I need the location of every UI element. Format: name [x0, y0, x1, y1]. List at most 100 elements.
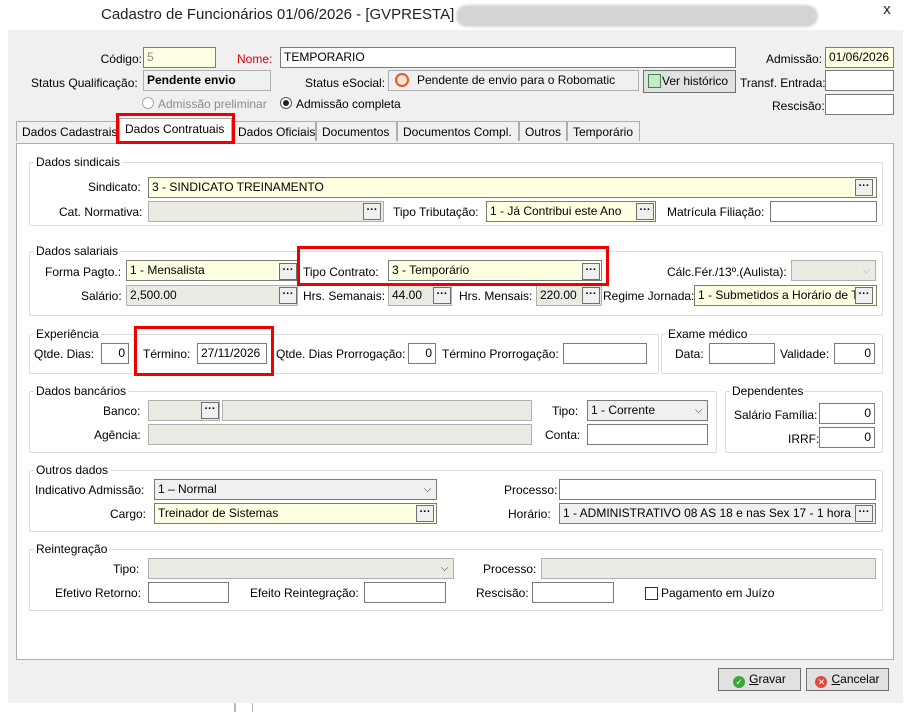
status-esocial-label: Status eSocial: — [305, 76, 386, 90]
exame-data-field[interactable] — [709, 343, 775, 364]
cancelar-button[interactable]: ✕ Cancelar — [806, 668, 889, 691]
tipo-conta-chevron-down-icon: ⌵ — [694, 405, 703, 416]
admissao-field[interactable]: 01/06/2026 — [825, 47, 894, 68]
forma-pagto-label: Forma Pagto.: — [45, 265, 122, 279]
tipo-contrato-lookup-button[interactable]: ··· — [582, 263, 600, 280]
tipo-tributacao-field[interactable]: 1 - Já Contribui este Ano — [486, 201, 656, 222]
hrs-mensais-lookup-button[interactable]: ··· — [582, 287, 600, 304]
reint-rescisao-field[interactable] — [532, 582, 614, 603]
cancel-icon: ✕ — [815, 676, 828, 688]
processo-field[interactable] — [559, 479, 876, 500]
horario-lookup-button[interactable]: ··· — [855, 505, 873, 522]
rescisao-label: Rescisão: — [772, 99, 825, 113]
tab-dados-contratuais[interactable]: Dados Contratuais — [119, 118, 232, 141]
cargo-field[interactable]: Treinador de Sistemas — [154, 503, 437, 524]
horario-field[interactable]: 1 - ADMINISTRATIVO 08 AS 18 e nas Sex 17… — [559, 503, 876, 524]
codigo-field[interactable]: 5 — [143, 47, 216, 68]
dependentes-title: Dependentes — [730, 384, 806, 398]
transf-entrada-field[interactable] — [825, 70, 894, 91]
forma-pagto-lookup-button[interactable]: ··· — [279, 263, 297, 280]
sindicato-field[interactable]: 3 - SINDICATO TREINAMENTO — [148, 177, 877, 198]
admissao-label: Admissão: — [766, 52, 823, 66]
window-title: Cadastro de Funcionários 01/06/2026 - [G… — [101, 6, 464, 23]
tab-dados-cadastrais[interactable]: Dados Cadastrais — [16, 121, 120, 141]
nome-field[interactable]: TEMPORARIO — [280, 47, 736, 68]
tipo-contrato-field[interactable]: 3 - Temporário — [388, 260, 602, 281]
conta-label: Conta: — [545, 428, 581, 442]
matricula-filiacao-field[interactable] — [770, 201, 877, 222]
conta-field[interactable] — [587, 424, 708, 445]
employee-registration-window: Cadastro de Funcionários 01/06/2026 - [G… — [0, 0, 908, 712]
termino-prorrogacao-field[interactable] — [563, 343, 647, 364]
hrs-semanais-lookup-button[interactable]: ··· — [433, 287, 451, 304]
form-client-area: Código: 5 Nome: TEMPORARIO Admissão: 01/… — [8, 30, 903, 703]
forma-pagto-field[interactable]: 1 - Mensalista — [126, 260, 298, 281]
regime-jornada-lookup-button[interactable]: ··· — [855, 287, 873, 304]
redacted-title-segment — [456, 5, 818, 27]
status-esocial-field: Pendente de envio para o Robomatic — [388, 70, 639, 91]
regime-jornada-field[interactable]: 1 - Submetidos a Horário de T — [694, 285, 877, 306]
ver-historico-button[interactable]: Ver histórico — [643, 70, 736, 93]
salario-lookup-button[interactable]: ··· — [279, 287, 297, 304]
pagamento-juizo-checkbox[interactable] — [645, 587, 658, 600]
banco-label: Banco: — [103, 404, 141, 418]
admissao-preliminar-label: Admissão preliminar — [158, 97, 267, 111]
efeito-reintegracao-label: Efeito Reintegração: — [250, 586, 359, 600]
check-icon: ✓ — [733, 676, 746, 688]
indicativo-admissao-label: Indicativo Admissão: — [35, 483, 145, 497]
gravar-button[interactable]: ✓ Gravar — [718, 668, 801, 691]
codigo-label: Código: — [100, 52, 142, 66]
qtde-dias-field[interactable]: 0 — [101, 343, 129, 364]
status-qualificacao-label: Status Qualificação: — [31, 76, 138, 90]
background-divider-2 — [252, 703, 253, 712]
tipo-tributacao-lookup-button[interactable]: ··· — [636, 203, 654, 220]
salario-field[interactable]: 2,500.00 — [126, 285, 298, 306]
hrs-mensais-label: Hrs. Mensais: — [459, 289, 533, 303]
tab-documentos[interactable]: Documentos — [316, 121, 397, 141]
bottom-edge — [0, 703, 908, 712]
salario-familia-field[interactable]: 0 — [819, 403, 875, 424]
banco-lookup-button[interactable]: ··· — [201, 402, 219, 419]
cargo-lookup-button[interactable]: ··· — [416, 505, 434, 522]
admissao-completa-label: Admissão completa — [296, 97, 401, 111]
rescisao-field[interactable] — [825, 94, 894, 115]
cat-normativa-lookup-button[interactable]: ··· — [363, 203, 381, 220]
cat-normativa-field[interactable] — [148, 201, 384, 222]
admissao-completa-radio[interactable] — [280, 97, 292, 109]
agencia-field[interactable] — [148, 424, 532, 445]
horario-label: Horário: — [508, 507, 551, 521]
termino-field[interactable]: 27/11/2026 — [197, 343, 267, 364]
efetivo-retorno-field[interactable] — [148, 582, 229, 603]
tab-documentos-compl[interactable]: Documentos Compl. — [397, 121, 519, 141]
tab-temporario[interactable]: Temporário — [567, 121, 640, 141]
nome-label: Nome: — [237, 52, 273, 66]
irrf-field[interactable]: 0 — [819, 427, 875, 448]
ver-historico-label: Ver histórico — [662, 74, 729, 88]
reint-processo-field[interactable] — [541, 558, 876, 579]
close-button[interactable]: x — [866, 0, 908, 20]
outros-dados-title: Outros dados — [34, 463, 111, 477]
qtde-prorrogacao-field[interactable]: 0 — [408, 343, 436, 364]
salario-familia-label: Salário Família: — [734, 408, 818, 422]
reint-tipo-select[interactable] — [148, 558, 454, 579]
status-qualificacao-field: Pendente envio — [143, 70, 271, 91]
efeito-reintegracao-field[interactable] — [364, 582, 446, 603]
banco-name-field — [222, 400, 532, 421]
tab-dados-oficiais[interactable]: Dados Oficiais — [232, 121, 316, 141]
tab-outros[interactable]: Outros — [519, 121, 567, 141]
gravar-accelerator: G — [749, 672, 759, 686]
experiencia-title: Experiência — [34, 327, 101, 341]
indicativo-admissao-select[interactable]: 1 – Normal — [154, 479, 437, 500]
regime-jornada-label: Regime Jornada: — [603, 289, 695, 303]
irrf-label: IRRF: — [788, 432, 820, 446]
sindicato-lookup-button[interactable]: ··· — [855, 179, 873, 196]
calc-fer-label: Cálc.Fér./13º.(Aulista): — [667, 265, 787, 279]
cargo-label: Cargo: — [110, 507, 147, 521]
admissao-preliminar-radio[interactable] — [142, 97, 154, 109]
transf-entrada-label: Transf. Entrada: — [740, 76, 826, 90]
reint-tipo-label: Tipo: — [113, 562, 140, 576]
exame-validade-field[interactable]: 0 — [834, 343, 875, 364]
agencia-label: Agência: — [94, 428, 141, 442]
dados-salariais-title: Dados salariais — [34, 244, 121, 258]
indicativo-admissao-chevron-down-icon: ⌵ — [423, 484, 432, 495]
